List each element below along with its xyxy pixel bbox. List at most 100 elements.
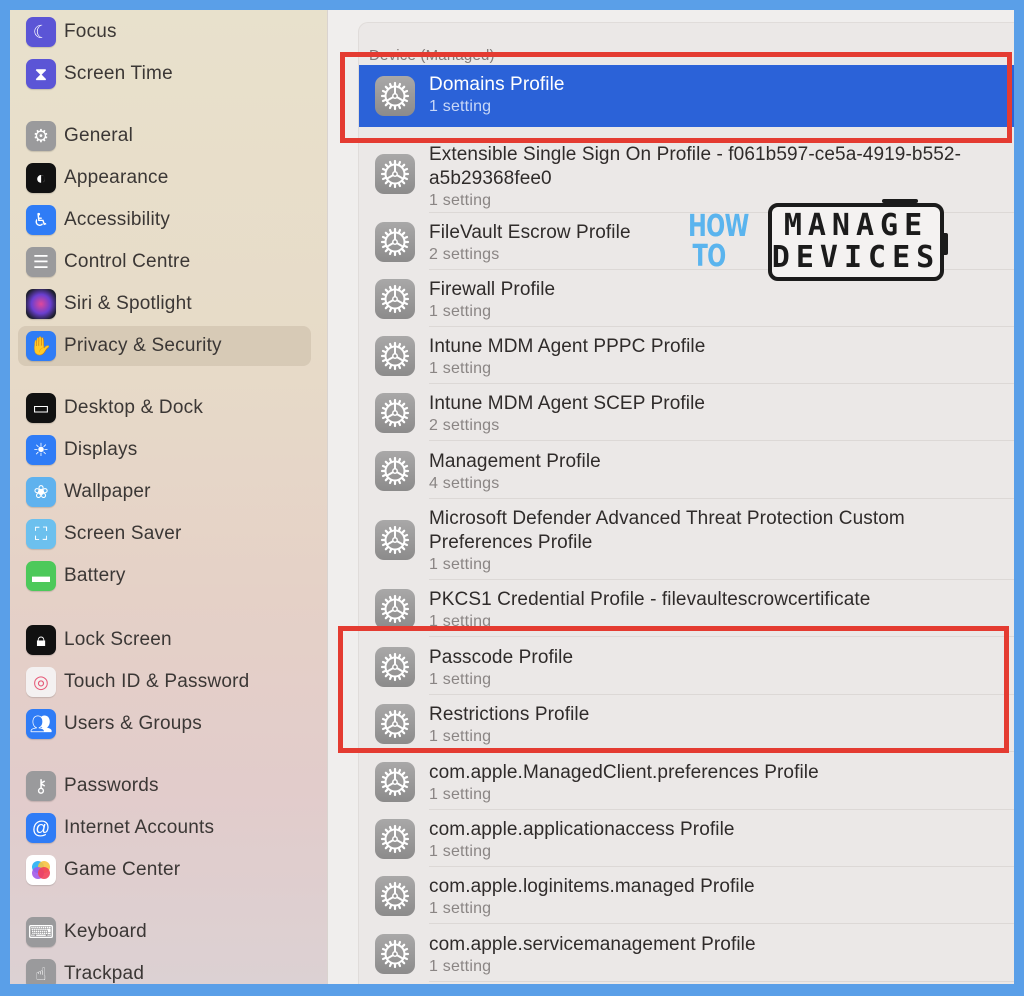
screensaver-icon: ⛶ bbox=[26, 519, 56, 549]
sidebar-item-users-groups[interactable]: 👥︎ Users & Groups bbox=[18, 704, 311, 744]
sidebar-item-siri-spotlight[interactable]: Siri & Spotlight bbox=[18, 284, 311, 324]
gear-icon: ⚙ bbox=[26, 121, 56, 151]
sidebar-item-passwords[interactable]: ⚷ Passwords bbox=[18, 766, 311, 806]
profile-text: Domains Profile 1 setting bbox=[429, 73, 1004, 117]
profile-text: Passcode Profile 1 setting bbox=[429, 646, 1004, 690]
sidebar-item-keyboard[interactable]: ⌨ Keyboard bbox=[18, 912, 311, 952]
sidebar-item-label: Internet Accounts bbox=[64, 817, 215, 838]
profile-setting-count: 4 settings bbox=[429, 475, 500, 492]
logo-phone-frame: MANAGE DEVICES bbox=[768, 199, 948, 281]
row-divider bbox=[429, 636, 1014, 637]
group-header: Device (Managed) bbox=[369, 47, 495, 64]
sidebar-item-trackpad[interactable]: ☝ Trackpad bbox=[18, 954, 311, 984]
profile-setting-count: 1 setting bbox=[429, 360, 492, 377]
appearance-icon: ◐ bbox=[26, 163, 56, 193]
row-divider bbox=[429, 923, 1014, 924]
sidebar-item-label: Wallpaper bbox=[64, 481, 151, 502]
hourglass-icon: ⧗ bbox=[26, 59, 56, 89]
sidebar-item-label: Accessibility bbox=[64, 209, 171, 230]
profile-text: PKCS1 Credential Profile - filevaultescr… bbox=[429, 588, 1004, 632]
profile-setting-count: 1 setting bbox=[429, 843, 492, 860]
profile-title: Extensible Single Sign On Profile - f061… bbox=[429, 144, 961, 189]
profile-gear-icon bbox=[375, 588, 415, 629]
sidebar-item-accessibility[interactable]: ♿ Accessibility bbox=[18, 200, 311, 240]
sidebar-item-label: Battery bbox=[64, 565, 126, 586]
sidebar-item-label: Appearance bbox=[64, 167, 169, 188]
flower-icon: ❀ bbox=[26, 477, 56, 507]
profile-row[interactable]: PKCS1 Credential Profile - filevaultescr… bbox=[359, 580, 1014, 637]
profile-row[interactable]: com.apple.ManagedClient.preferences Prof… bbox=[359, 753, 1014, 810]
profile-row[interactable]: Passcode Profile 1 setting bbox=[359, 638, 1014, 695]
profile-gear-icon bbox=[375, 76, 415, 116]
moon-icon: ☾ bbox=[26, 17, 56, 47]
keyboard-icon: ⌨ bbox=[26, 917, 56, 947]
profile-gear-icon bbox=[375, 761, 415, 802]
sidebar-item-control-centre[interactable]: ☰ Control Centre bbox=[18, 242, 311, 282]
profile-row[interactable]: Intune MDM Agent SCEP Profile 2 settings bbox=[359, 384, 1014, 441]
sidebar-item-label: Keyboard bbox=[64, 921, 147, 942]
sidebar-item-displays[interactable]: ☀ Displays bbox=[18, 430, 311, 470]
profile-setting-count: 1 setting bbox=[429, 613, 492, 630]
profile-setting-count: 1 setting bbox=[429, 98, 492, 115]
siri-icon bbox=[26, 289, 56, 319]
sidebar-item-touch-id-password[interactable]: ◎ Touch ID & Password bbox=[18, 662, 311, 702]
profile-title: Intune MDM Agent PPPC Profile bbox=[429, 336, 706, 357]
dock-icon: ▭ bbox=[26, 393, 56, 423]
sidebar-item-battery[interactable]: ▬ Battery bbox=[18, 556, 311, 596]
profile-title: Microsoft Defender Advanced Threat Prote… bbox=[429, 508, 905, 553]
profile-setting-count: 1 setting bbox=[429, 728, 492, 745]
profile-gear-icon bbox=[375, 818, 415, 859]
main-panel: Device (Managed) Domains Profile 1 settin… bbox=[328, 10, 1014, 984]
sidebar-item-label: Lock Screen bbox=[64, 629, 172, 650]
sidebar-item-label: Privacy & Security bbox=[64, 335, 222, 356]
profile-text: com.apple.servicemanagement Profile 1 set… bbox=[429, 933, 1004, 977]
profile-title: Passcode Profile bbox=[429, 647, 574, 668]
sidebar-item-screen-saver[interactable]: ⛶ Screen Saver bbox=[18, 514, 311, 554]
sun-icon: ☀ bbox=[26, 435, 56, 465]
profile-row[interactable]: Management Profile 4 settings bbox=[359, 442, 1014, 499]
profile-row[interactable]: Restrictions Profile 1 setting bbox=[359, 695, 1014, 752]
profile-gear-icon bbox=[375, 335, 415, 376]
sidebar-item-label: Control Centre bbox=[64, 251, 191, 272]
profile-row[interactable]: com.apple.servicemanagement Profile 1 set… bbox=[359, 925, 1014, 982]
sidebar-item-focus[interactable]: ☾ Focus bbox=[18, 12, 311, 52]
profile-text: Intune MDM Agent SCEP Profile 2 settings bbox=[429, 392, 1004, 436]
profile-row[interactable]: Microsoft Defender Advanced Threat Prote… bbox=[359, 499, 1014, 580]
profile-row[interactable]: com.apple.applicationaccess Profile 1 set… bbox=[359, 810, 1014, 867]
profile-setting-count: 1 setting bbox=[429, 900, 492, 917]
profile-title: Management Profile bbox=[429, 451, 601, 472]
sidebar-item-label: Game Center bbox=[64, 859, 181, 880]
profile-gear-icon bbox=[375, 519, 415, 560]
sidebar-item-label: Trackpad bbox=[64, 963, 145, 984]
logo-how-text: HOW bbox=[688, 209, 749, 244]
sidebar-item-label: Passwords bbox=[64, 775, 159, 796]
howtomanagedevices-logo: HOW TO MANAGE DEVICES bbox=[688, 193, 950, 291]
window: ☾ Focus ⧗ Screen Time ⚙ General ◐ Appear… bbox=[10, 10, 1014, 984]
sidebar-item-screen-time[interactable]: ⧗ Screen Time bbox=[18, 54, 311, 94]
sidebar-item-internet-accounts[interactable]: @ Internet Accounts bbox=[18, 808, 311, 848]
profile-row[interactable]: Intune MDM Agent PPPC Profile 1 setting bbox=[359, 327, 1014, 384]
profile-gear-icon bbox=[375, 392, 415, 433]
profile-row[interactable]: Domains Profile 1 setting bbox=[359, 65, 1014, 127]
sidebar-item-general[interactable]: ⚙ General bbox=[18, 116, 311, 156]
sidebar: ☾ Focus ⧗ Screen Time ⚙ General ◐ Appear… bbox=[10, 10, 328, 984]
sidebar-item-appearance[interactable]: ◐ Appearance bbox=[18, 158, 311, 198]
sidebar-item-lock-screen[interactable]: 🔒︎ Lock Screen bbox=[18, 620, 311, 660]
sidebar-item-privacy-security[interactable]: ✋ Privacy & Security bbox=[18, 326, 311, 366]
profile-title: PKCS1 Credential Profile - filevaultescr… bbox=[429, 589, 871, 610]
sidebar-item-wallpaper[interactable]: ❀ Wallpaper bbox=[18, 472, 311, 512]
profile-setting-count: 1 setting bbox=[429, 786, 492, 803]
sidebar-item-desktop-dock[interactable]: ▭ Desktop & Dock bbox=[18, 388, 311, 428]
logo-how-to: HOW TO bbox=[688, 209, 749, 272]
toggles-icon: ☰ bbox=[26, 247, 56, 277]
profile-row[interactable]: com.apple.loginitems.managed Profile 1 se… bbox=[359, 867, 1014, 924]
profile-title: Restrictions Profile bbox=[429, 704, 590, 725]
profile-gear-icon bbox=[375, 933, 415, 974]
sidebar-item-label: Screen Saver bbox=[64, 523, 182, 544]
profile-title: com.apple.ManagedClient.preferences Prof… bbox=[429, 762, 819, 783]
sidebar-item-game-center[interactable]: Game Center bbox=[18, 850, 311, 890]
profile-title: com.apple.servicemanagement Profile bbox=[429, 934, 756, 955]
profile-text: Restrictions Profile 1 setting bbox=[429, 703, 1004, 747]
profile-title: com.apple.applicationaccess Profile bbox=[429, 819, 735, 840]
lock-icon: 🔒︎ bbox=[26, 625, 56, 655]
